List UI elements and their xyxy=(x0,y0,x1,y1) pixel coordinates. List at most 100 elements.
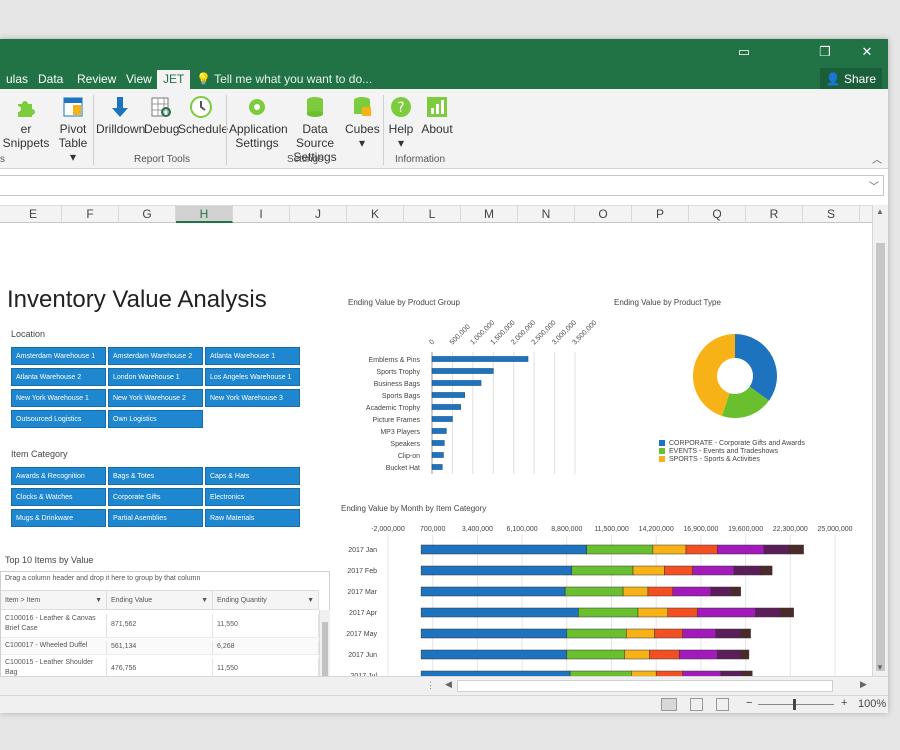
tab-data[interactable]: Data xyxy=(32,70,69,89)
chart3-bar-segment[interactable] xyxy=(652,544,687,555)
zoom-slider[interactable] xyxy=(758,704,834,705)
chart3-bar-segment[interactable] xyxy=(760,565,773,576)
scroll-left-icon[interactable]: ◀ xyxy=(445,679,452,690)
drilldown-button[interactable]: Drilldown xyxy=(96,95,145,136)
worksheet[interactable]: Inventory Value Analysis Location Amster… xyxy=(0,224,872,676)
zoom-out-icon[interactable]: − xyxy=(746,697,752,709)
schedule-button[interactable]: Schedule xyxy=(178,95,228,136)
column-header-i[interactable]: I xyxy=(233,206,290,223)
column-header-j[interactable]: J xyxy=(290,206,347,223)
chart3-bar-segment[interactable] xyxy=(755,607,781,618)
chart3-bar-segment[interactable] xyxy=(626,628,655,639)
chart3-bar-segment[interactable] xyxy=(780,607,794,618)
snippets-button[interactable]: er Snippets xyxy=(0,95,56,150)
chart1-bar[interactable] xyxy=(431,452,444,458)
column-header-e[interactable]: E xyxy=(5,206,62,223)
chart3-bar-segment[interactable] xyxy=(632,565,665,576)
chart3-bar-segment[interactable] xyxy=(578,607,639,618)
chart3-bar-segment[interactable] xyxy=(710,586,731,597)
chart3-bar-segment[interactable] xyxy=(420,544,587,555)
chart3-bar-segment[interactable] xyxy=(566,649,625,660)
formula-bar[interactable]: ﹀ xyxy=(0,175,884,196)
maximize-icon[interactable]: ❐ xyxy=(813,44,837,60)
chart3-bar-segment[interactable] xyxy=(420,649,568,660)
chart3-bar-segment[interactable] xyxy=(733,565,761,576)
column-header-r[interactable]: R xyxy=(746,206,803,223)
help-button[interactable]: ? Help ▾ xyxy=(386,95,416,150)
cubes-button[interactable]: Cubes ▾ xyxy=(345,95,380,150)
chart3-bar-segment[interactable] xyxy=(740,649,750,660)
chart3-bar-segment[interactable] xyxy=(788,544,804,555)
chart1-bar[interactable] xyxy=(431,392,465,398)
column-header-f[interactable]: F xyxy=(62,206,119,223)
chart3-bar-segment[interactable] xyxy=(420,628,568,639)
column-header-l[interactable]: L xyxy=(404,206,461,223)
chart3-bar-segment[interactable] xyxy=(740,628,751,639)
tab-formulas[interactable]: ulas xyxy=(0,70,34,89)
chart3-bar-segment[interactable] xyxy=(586,544,654,555)
page-layout-icon[interactable] xyxy=(690,698,703,711)
column-header-m[interactable]: M xyxy=(461,206,518,223)
chart3-bar-segment[interactable] xyxy=(622,586,649,597)
horizontal-scroll-thumb[interactable] xyxy=(457,680,833,692)
expand-formula-icon[interactable]: ﹀ xyxy=(869,178,879,193)
vertical-scrollbar[interactable]: ▲ ▼ xyxy=(872,205,888,677)
chart3-bar-segment[interactable] xyxy=(654,628,683,639)
zoom-in-icon[interactable]: + xyxy=(841,697,847,709)
tab-view[interactable]: View xyxy=(120,70,158,89)
page-break-icon[interactable] xyxy=(716,698,729,711)
chart3-bar-segment[interactable] xyxy=(420,565,573,576)
scroll-down-icon[interactable]: ▼ xyxy=(876,663,884,672)
chart3-bar-segment[interactable] xyxy=(566,628,627,639)
column-header-g[interactable]: G xyxy=(119,206,176,223)
chart3-bar-segment[interactable] xyxy=(664,565,693,576)
column-header-n[interactable]: N xyxy=(518,206,575,223)
chart1-bar[interactable] xyxy=(431,380,482,386)
close-icon[interactable]: ✕ xyxy=(855,44,879,60)
chart3-bar-segment[interactable] xyxy=(420,586,566,597)
chart3-bar-segment[interactable] xyxy=(647,586,674,597)
restore-icon[interactable]: ▭ xyxy=(732,44,756,60)
chart3-bar-segment[interactable] xyxy=(672,586,712,597)
chart1-bar[interactable] xyxy=(431,464,443,470)
chart3-bar-segment[interactable] xyxy=(763,544,789,555)
scroll-right-icon[interactable]: ▶ xyxy=(860,679,867,690)
tell-me-box[interactable]: 💡 Tell me what you want to do... xyxy=(196,70,372,89)
column-header-q[interactable]: Q xyxy=(689,206,746,223)
horizontal-scrollbar[interactable]: ⋮ ◀ ▶ xyxy=(0,676,888,695)
column-header-p[interactable]: P xyxy=(632,206,689,223)
chart3-bar-segment[interactable] xyxy=(717,544,765,555)
chart3-bar-segment[interactable] xyxy=(564,586,624,597)
debug-button[interactable]: Debug xyxy=(144,95,179,136)
chart1-bar[interactable] xyxy=(431,368,494,374)
chart3-bar-segment[interactable] xyxy=(667,607,698,618)
chart3-bar-segment[interactable] xyxy=(420,607,579,618)
zoom-level[interactable]: 100% xyxy=(858,698,886,710)
chart3-bar-segment[interactable] xyxy=(679,649,718,660)
chart3-bar-segment[interactable] xyxy=(730,586,741,597)
chart3-bar-segment[interactable] xyxy=(571,565,634,576)
application-settings-button[interactable]: Application Settings xyxy=(229,95,288,150)
scroll-up-icon[interactable]: ▲ xyxy=(876,207,884,216)
chart3-bar-segment[interactable] xyxy=(685,544,718,555)
chart3-bar-segment[interactable] xyxy=(697,607,756,618)
column-header-k[interactable]: K xyxy=(347,206,404,223)
chart1-bar[interactable] xyxy=(431,404,461,410)
chart3-bar-segment[interactable] xyxy=(692,565,735,576)
chart3-bar-segment[interactable] xyxy=(682,628,717,639)
about-button[interactable]: About xyxy=(419,95,455,136)
chart2-slice[interactable] xyxy=(735,334,777,401)
chart1-bar[interactable] xyxy=(431,416,453,422)
chart1-bar[interactable] xyxy=(431,440,445,446)
pivot-table-button[interactable]: Pivot Table ▾ xyxy=(56,95,90,164)
collapse-ribbon-icon[interactable]: ︿ xyxy=(872,151,882,166)
share-button[interactable]: 👤 Share xyxy=(819,68,882,90)
tab-jet[interactable]: JET xyxy=(157,70,191,89)
column-header-h[interactable]: H xyxy=(176,206,233,223)
tab-review[interactable]: Review xyxy=(71,70,122,89)
split-handle-icon[interactable]: ⋮ xyxy=(426,680,435,691)
vertical-scroll-thumb[interactable] xyxy=(876,243,885,671)
column-header-s[interactable]: S xyxy=(803,206,860,223)
chart3-bar-segment[interactable] xyxy=(715,628,741,639)
chart3-bar-segment[interactable] xyxy=(649,649,680,660)
